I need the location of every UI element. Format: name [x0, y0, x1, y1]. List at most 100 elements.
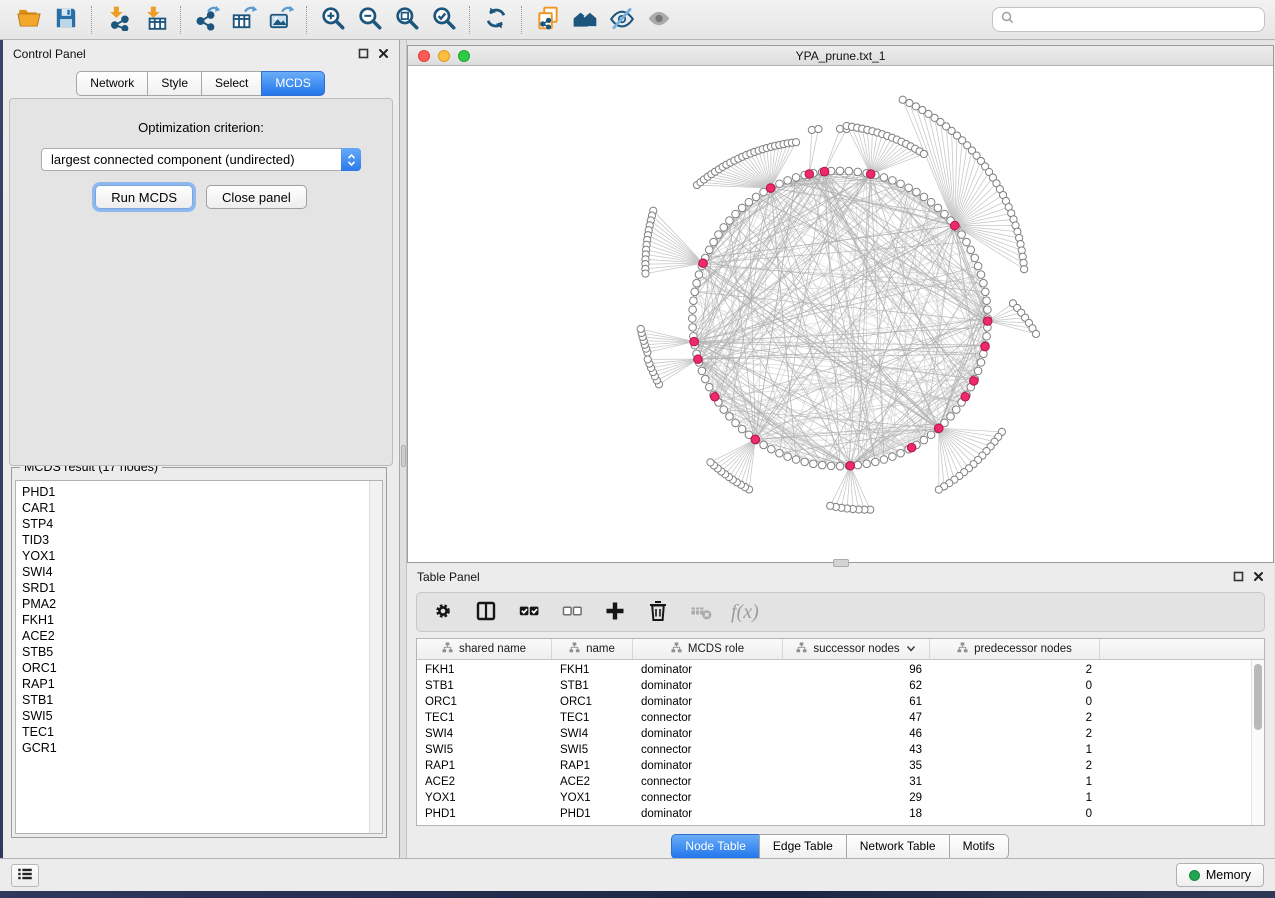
table-row[interactable]: ORC1ORC1dominator610	[417, 694, 1264, 710]
column-header-predecessor-nodes[interactable]: predecessor nodes	[930, 639, 1100, 659]
mcds-result-item[interactable]: RAP1	[16, 676, 382, 692]
mcds-result-item[interactable]: ACE2	[16, 628, 382, 644]
refresh-button[interactable]	[477, 3, 514, 37]
float-table-panel-button[interactable]	[1233, 571, 1244, 582]
tab-mcds[interactable]: MCDS	[261, 71, 324, 96]
mcds-result-item[interactable]: SWI4	[16, 564, 382, 580]
column-header-name[interactable]: name	[552, 639, 633, 659]
column-header-shared-name[interactable]: shared name	[417, 639, 552, 659]
zoom-selected-button[interactable]	[425, 3, 462, 37]
export-network-button[interactable]	[188, 3, 225, 37]
table-toolbar: f(x)	[416, 592, 1265, 632]
optimization-criterion-label: Optimization criterion:	[10, 120, 392, 135]
mcds-result-item[interactable]: FKH1	[16, 612, 382, 628]
run-mcds-button[interactable]: Run MCDS	[95, 185, 193, 209]
add-button[interactable]	[602, 599, 628, 625]
memory-button[interactable]: Memory	[1176, 863, 1264, 887]
zoom-out-button[interactable]	[351, 3, 388, 37]
table-row[interactable]: YOX1YOX1connector291	[417, 790, 1264, 806]
table-cell: STB1	[417, 680, 552, 692]
table-cell: ORC1	[417, 696, 552, 708]
table-scrollbar[interactable]	[1251, 660, 1264, 825]
table-row[interactable]: STB1STB1dominator620	[417, 678, 1264, 694]
column-header-MCDS-role[interactable]: MCDS role	[633, 639, 783, 659]
table-row[interactable]: FKH1FKH1dominator962	[417, 662, 1264, 678]
mcds-result-item[interactable]: ORC1	[16, 660, 382, 676]
close-panel-button[interactable]	[378, 48, 389, 59]
control-panel-titlebar: Control Panel	[3, 40, 399, 67]
mcds-result-item[interactable]: TID3	[16, 532, 382, 548]
mcds-result-item[interactable]: PMA2	[16, 596, 382, 612]
show-panels-menu-button[interactable]	[11, 864, 39, 887]
minimize-window-icon[interactable]	[438, 50, 450, 62]
close-table-panel-button[interactable]	[1253, 571, 1264, 582]
mcds-result-scrollbar[interactable]	[369, 481, 382, 833]
table-panel-title: Table Panel	[417, 570, 480, 584]
zoom-in-button[interactable]	[314, 3, 351, 37]
columns-button[interactable]	[473, 599, 499, 625]
search-input[interactable]	[1019, 12, 1256, 28]
table-row[interactable]: RAP1RAP1dominator352	[417, 758, 1264, 774]
table-cell: 2	[930, 664, 1100, 676]
column-header-successor-nodes[interactable]: successor nodes	[783, 639, 930, 659]
first-neighbors-button[interactable]	[566, 3, 603, 37]
tab-motifs[interactable]: Motifs	[949, 834, 1009, 859]
open-file-button[interactable]	[10, 3, 47, 37]
tab-edge-table[interactable]: Edge Table	[759, 834, 847, 859]
mcds-result-item[interactable]: YOX1	[16, 548, 382, 564]
select-all-button[interactable]	[516, 599, 542, 625]
column-header-filler	[1100, 639, 1264, 659]
delete-button[interactable]	[645, 599, 671, 625]
import-network-button[interactable]	[99, 3, 136, 37]
table-row[interactable]: PHD1PHD1dominator180	[417, 806, 1264, 822]
clone-network-button[interactable]	[529, 3, 566, 37]
mcds-result-item[interactable]: CAR1	[16, 500, 382, 516]
table-row[interactable]: TEC1TEC1connector472	[417, 710, 1264, 726]
mcds-result-item[interactable]: STP4	[16, 516, 382, 532]
zoom-in-icon	[320, 5, 346, 34]
deselect-all-button[interactable]	[559, 599, 585, 625]
optimization-criterion-select[interactable]: largest connected component (undirected)	[41, 148, 361, 171]
zoom-fit-button[interactable]	[388, 3, 425, 37]
table-cell: connector	[633, 792, 783, 804]
import-table-button[interactable]	[136, 3, 173, 37]
table-cell: SWI4	[417, 728, 552, 740]
hide-selected-button[interactable]	[603, 3, 640, 37]
tab-network[interactable]: Network	[76, 71, 148, 96]
mcds-result-item[interactable]: STB5	[16, 644, 382, 660]
show-all-button[interactable]	[640, 3, 677, 37]
save-session-button[interactable]	[47, 3, 84, 37]
export-image-button[interactable]	[262, 3, 299, 37]
table-row[interactable]: SWI4SWI4dominator462	[417, 726, 1264, 742]
mcds-result-item[interactable]: PHD1	[16, 484, 382, 500]
maximize-window-icon[interactable]	[458, 50, 470, 62]
table-scrollbar-thumb[interactable]	[1254, 664, 1262, 730]
table-cell: 2	[930, 728, 1100, 740]
tab-select[interactable]: Select	[201, 71, 262, 96]
toolbar-separator	[469, 6, 470, 34]
table-row[interactable]: ACE2ACE2connector311	[417, 774, 1264, 790]
network-canvas[interactable]	[408, 66, 1273, 562]
export-table-button[interactable]	[225, 3, 262, 37]
mcds-result-item[interactable]: SRD1	[16, 580, 382, 596]
table-cell: 31	[783, 776, 930, 788]
first-neighbors-icon	[572, 5, 598, 34]
float-panel-button[interactable]	[358, 48, 369, 59]
split-handle-vertical[interactable]	[401, 445, 406, 467]
toolbar-separator	[91, 6, 92, 34]
mcds-result-item[interactable]: STB1	[16, 692, 382, 708]
mcds-result-item[interactable]: TEC1	[16, 724, 382, 740]
settings-button[interactable]	[430, 599, 456, 625]
close-mcds-panel-button[interactable]: Close panel	[206, 185, 307, 209]
mcds-result-item[interactable]: SWI5	[16, 708, 382, 724]
tab-node-table[interactable]: Node Table	[671, 834, 760, 859]
close-window-icon[interactable]	[418, 50, 430, 62]
table-header-row: shared namenameMCDS rolesuccessor nodesp…	[417, 639, 1264, 660]
split-handle-horizontal[interactable]	[833, 559, 849, 567]
list-icon	[16, 865, 34, 886]
tab-network-table[interactable]: Network Table	[846, 834, 950, 859]
table-cell: 0	[930, 696, 1100, 708]
tab-style[interactable]: Style	[147, 71, 202, 96]
table-row[interactable]: SWI5SWI5connector431	[417, 742, 1264, 758]
mcds-result-item[interactable]: GCR1	[16, 740, 382, 756]
